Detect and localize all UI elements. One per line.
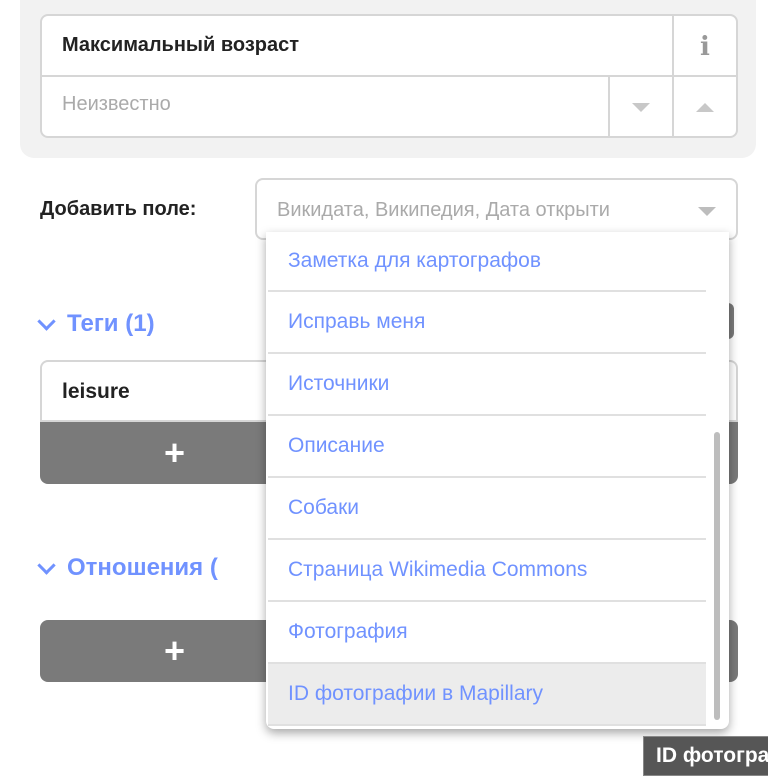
decrement-button[interactable] xyxy=(608,77,672,136)
add-field-combobox[interactable]: Викидата, Википедия, Дата открыти xyxy=(255,178,738,240)
chevron-down-icon[interactable] xyxy=(698,207,716,216)
dropdown-item[interactable]: Источники xyxy=(268,354,706,416)
dropdown-item[interactable]: Собаки xyxy=(268,478,706,540)
triangle-up-icon xyxy=(696,103,714,112)
triangle-down-icon xyxy=(632,103,650,112)
relations-section-header[interactable]: Отношения ( xyxy=(37,554,218,582)
dropdown-item[interactable]: Заметка для картографов xyxy=(268,232,706,292)
max-age-input[interactable]: Неизвестно xyxy=(62,93,171,116)
add-field-placeholder: Викидата, Википедия, Дата открыти xyxy=(277,199,610,221)
dropdown-item[interactable]: Описание xyxy=(268,416,706,478)
tags-section-header[interactable]: Теги (1) xyxy=(37,310,155,338)
inspector-panel: Максимальный возраст i Неизвестно Добави… xyxy=(0,0,768,778)
dropdown-item-hovered[interactable]: ID фотографии в Mapillary xyxy=(268,664,706,726)
chevron-down-icon xyxy=(37,311,56,331)
increment-button[interactable] xyxy=(672,77,736,136)
dropdown-item[interactable]: Фотография xyxy=(268,602,706,664)
tooltip: ID фотогра xyxy=(643,736,768,776)
plus-icon: + xyxy=(164,630,186,671)
add-field-dropdown: Заметка для картографов Исправь меня Ист… xyxy=(266,232,729,729)
field-label-row: Максимальный возраст i xyxy=(42,16,736,77)
plus-icon: + xyxy=(164,432,186,473)
tags-header-label: Теги (1) xyxy=(67,310,155,337)
tag-key[interactable]: leisure xyxy=(62,380,130,404)
dropdown-item[interactable]: Страница Wikimedia Commons xyxy=(268,540,706,602)
info-icon[interactable]: i xyxy=(672,16,736,77)
relations-header-label: Отношения ( xyxy=(67,554,218,581)
add-field-label: Добавить поле: xyxy=(40,198,197,220)
dropdown-scrollbar[interactable] xyxy=(714,432,720,720)
dropdown-item[interactable]: Исправь меня xyxy=(268,292,706,354)
field-max-age: Максимальный возраст i Неизвестно xyxy=(40,14,738,138)
chevron-down-icon xyxy=(37,555,56,575)
field-label: Максимальный возраст xyxy=(62,34,300,56)
